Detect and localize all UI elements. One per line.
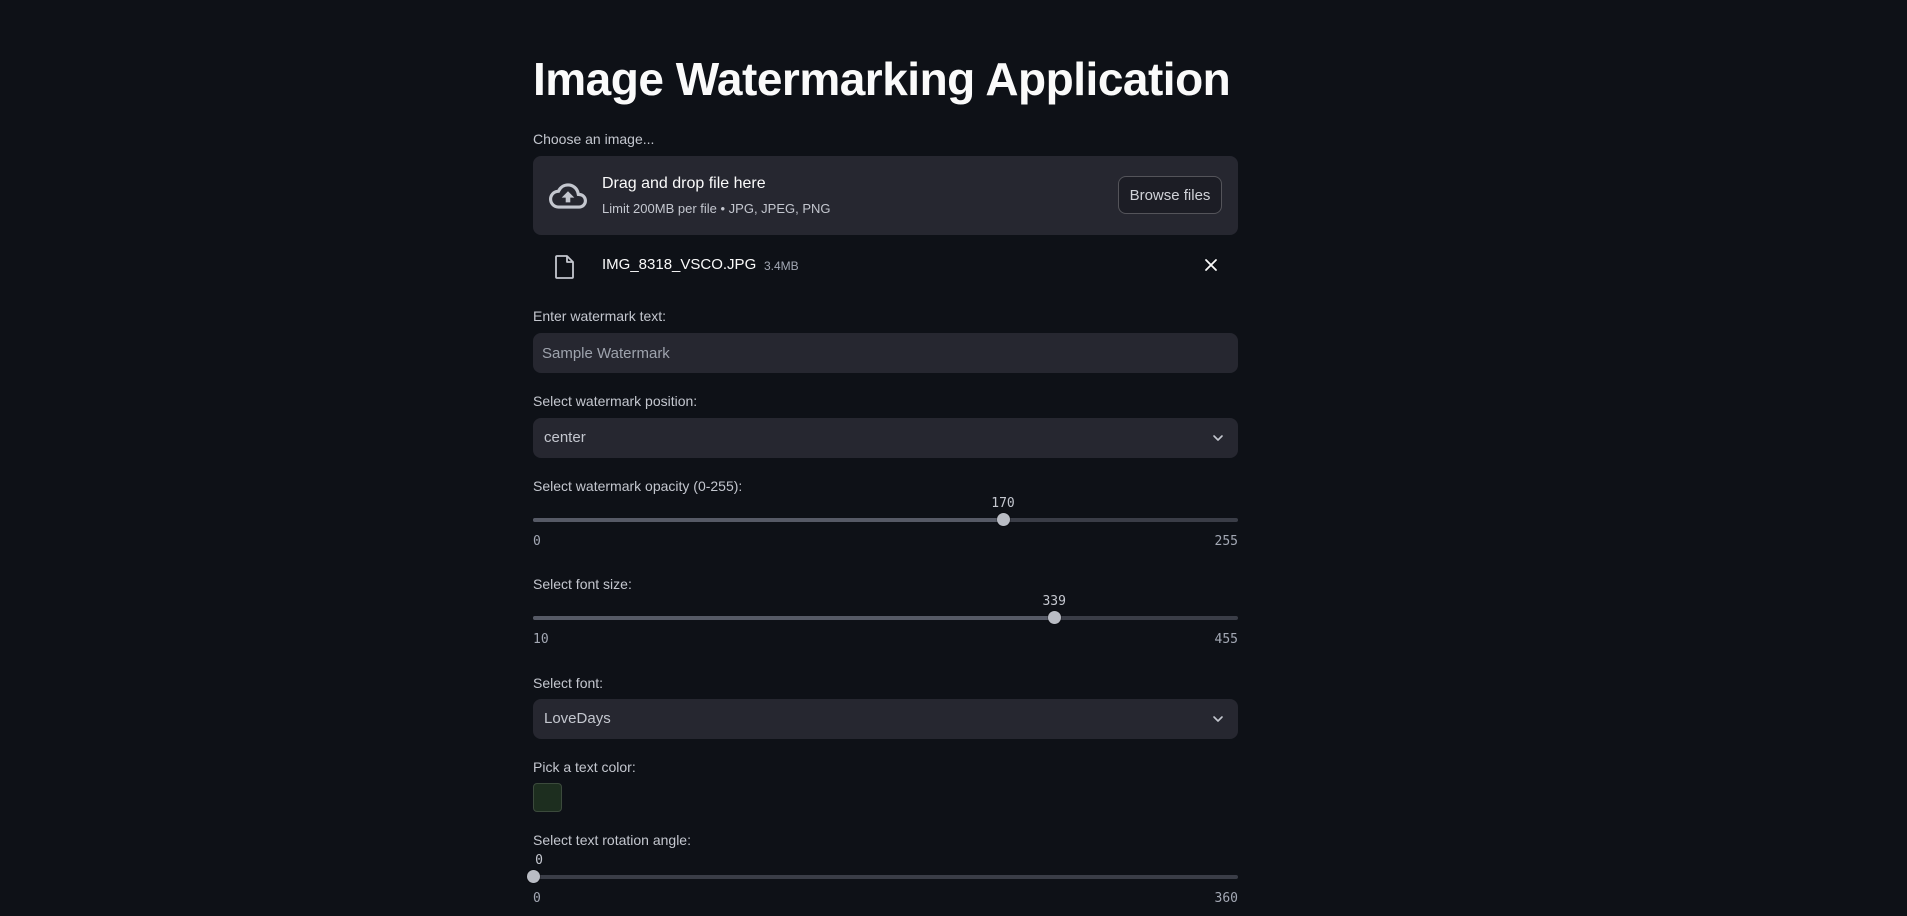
slider-min-label: 0 [533,534,541,549]
slider-fill [533,616,1055,620]
slider-min-label: 10 [533,632,549,647]
font-label: Select font: [533,675,604,691]
uploader-label: Choose an image... [533,131,655,147]
chevron-down-icon [1213,435,1223,441]
dropzone-title: Drag and drop file here [602,175,766,192]
font-size-label: Select font size: [533,576,632,592]
file-name: IMG_8318_VSCO.JPG [602,256,757,273]
dropzone-limits: Limit 200MB per file • JPG, JPEG, PNG [602,201,831,216]
uploaded-file-row: IMG_8318_VSCO.JPG 3.4MB [533,245,1238,285]
file-dropzone[interactable]: Drag and drop file here Limit 200MB per … [533,156,1238,235]
font-size-slider[interactable]: 339 10 455 [533,594,1238,656]
slider-track[interactable] [533,875,1238,879]
watermark-text-input[interactable] [533,333,1238,373]
slider-current-value: 0 [535,853,543,868]
font-select[interactable]: LoveDays [533,699,1238,739]
browse-files-button[interactable]: Browse files [1118,176,1222,214]
rotation-slider[interactable]: 0 0 360 [526,853,1238,915]
font-selected-value: LoveDays [544,710,611,727]
slider-fill [533,518,1003,522]
slider-min-label: 0 [533,891,541,906]
file-size: 3.4MB [764,259,799,273]
file-icon [555,255,574,279]
close-icon[interactable] [1204,258,1218,272]
position-selected-value: center [544,429,586,446]
slider-max-label: 360 [1214,891,1238,906]
position-select[interactable]: center [533,418,1238,458]
slider-thumb[interactable] [526,870,540,883]
slider-max-label: 455 [1214,632,1238,647]
rotation-label: Select text rotation angle: [533,832,691,848]
position-label: Select watermark position: [533,393,698,409]
color-picker-swatch[interactable] [533,783,562,812]
page-title: Image Watermarking Application [533,53,1231,105]
slider-max-label: 255 [1214,534,1238,549]
slider-thumb[interactable] [1047,611,1061,624]
slider-current-value: 339 [1042,594,1066,609]
text-color-label: Pick a text color: [533,759,636,775]
opacity-label: Select watermark opacity (0-255): [533,478,743,494]
cloud-upload-icon [549,183,587,209]
slider-current-value: 170 [991,496,1015,511]
opacity-slider[interactable]: 170 0 255 [533,496,1238,558]
chevron-down-icon [1213,716,1223,722]
watermark-text-label: Enter watermark text: [533,308,667,324]
slider-thumb[interactable] [996,513,1010,526]
